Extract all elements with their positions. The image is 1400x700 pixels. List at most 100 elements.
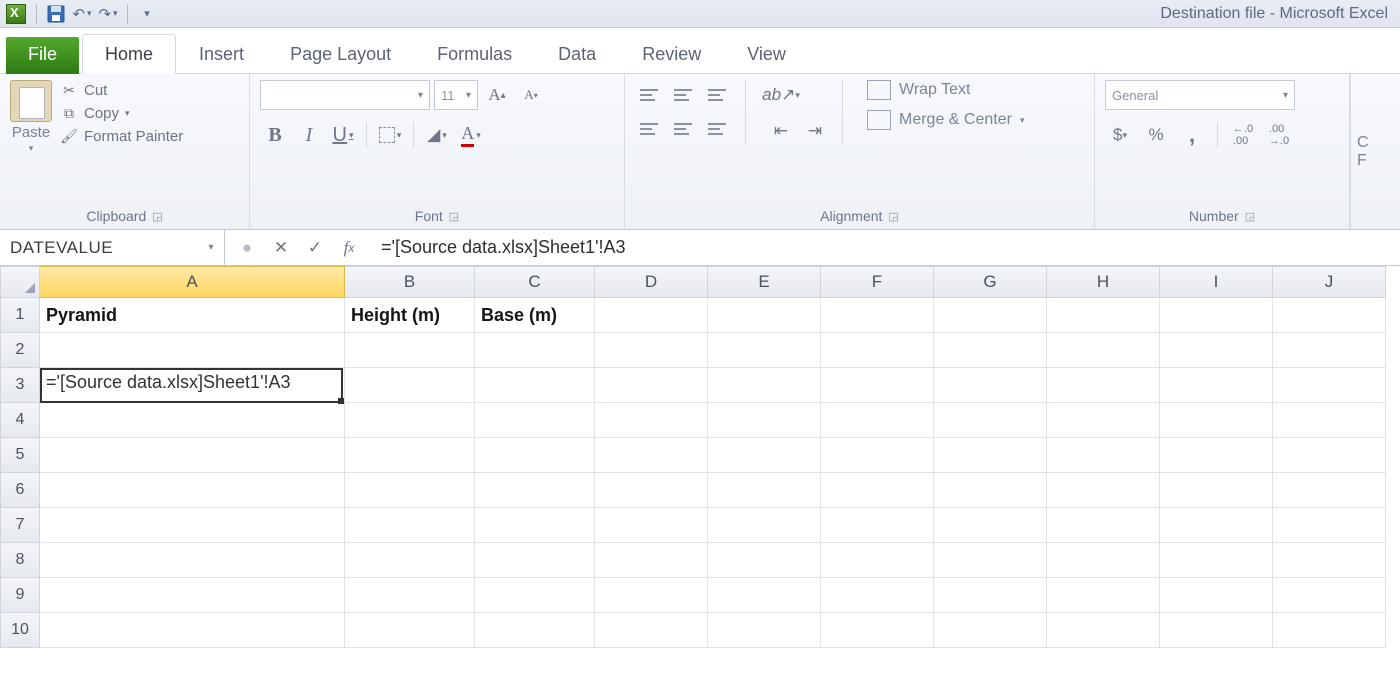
- underline-button[interactable]: U▾: [328, 120, 358, 150]
- cell-G5[interactable]: [934, 438, 1047, 473]
- cell-D4[interactable]: [595, 403, 708, 438]
- font-size-combo[interactable]: 11▾: [434, 80, 478, 110]
- cell-A9[interactable]: [40, 578, 345, 613]
- redo-icon[interactable]: ↷▾: [95, 2, 121, 26]
- cell-C5[interactable]: [475, 438, 595, 473]
- cell-G7[interactable]: [934, 508, 1047, 543]
- active-cell-editor[interactable]: ='[Source data.xlsx]Sheet1'!A3: [40, 368, 343, 403]
- increase-indent-icon[interactable]: ⇥: [800, 116, 830, 146]
- paste-button[interactable]: Paste ▾: [10, 80, 52, 205]
- cell-G1[interactable]: [934, 298, 1047, 333]
- cell-A2[interactable]: [40, 333, 345, 368]
- cell-F7[interactable]: [821, 508, 934, 543]
- cell-A10[interactable]: [40, 613, 345, 648]
- cell-E7[interactable]: [708, 508, 821, 543]
- cell-E8[interactable]: [708, 543, 821, 578]
- cell-E9[interactable]: [708, 578, 821, 613]
- col-header-F[interactable]: F: [821, 266, 934, 298]
- orientation-button[interactable]: ab↗▾: [766, 80, 796, 110]
- align-left-icon[interactable]: [635, 114, 665, 144]
- cell-F5[interactable]: [821, 438, 934, 473]
- col-header-A[interactable]: A: [40, 266, 345, 298]
- cell-F1[interactable]: [821, 298, 934, 333]
- number-launcher-icon[interactable]: ◲: [1245, 210, 1255, 223]
- cell-E5[interactable]: [708, 438, 821, 473]
- cell-H2[interactable]: [1047, 333, 1160, 368]
- cell-B10[interactable]: [345, 613, 475, 648]
- cell-B4[interactable]: [345, 403, 475, 438]
- cancel-formula-icon[interactable]: ✕: [265, 233, 297, 263]
- cell-I5[interactable]: [1160, 438, 1273, 473]
- cell-I4[interactable]: [1160, 403, 1273, 438]
- wrap-text-button[interactable]: Wrap Text: [867, 80, 1024, 100]
- cell-J5[interactable]: [1273, 438, 1386, 473]
- name-box[interactable]: DATEVALUE ▾: [0, 230, 225, 265]
- comma-format-icon[interactable]: ,: [1177, 120, 1207, 150]
- tab-formulas[interactable]: Formulas: [414, 34, 535, 74]
- row-header-6[interactable]: 6: [0, 473, 40, 508]
- cell-A7[interactable]: [40, 508, 345, 543]
- cell-F8[interactable]: [821, 543, 934, 578]
- cell-C3[interactable]: [475, 368, 595, 403]
- cell-J9[interactable]: [1273, 578, 1386, 613]
- cell-H1[interactable]: [1047, 298, 1160, 333]
- col-header-E[interactable]: E: [708, 266, 821, 298]
- cancel-edit-icon[interactable]: ●: [231, 233, 263, 263]
- font-color-button[interactable]: A▾: [456, 120, 486, 150]
- cell-D3[interactable]: [595, 368, 708, 403]
- select-all-corner[interactable]: [0, 266, 40, 298]
- cell-I10[interactable]: [1160, 613, 1273, 648]
- cell-B3[interactable]: [345, 368, 475, 403]
- cell-I9[interactable]: [1160, 578, 1273, 613]
- cell-D5[interactable]: [595, 438, 708, 473]
- font-launcher-icon[interactable]: ◲: [449, 210, 459, 223]
- cell-G2[interactable]: [934, 333, 1047, 368]
- align-bottom-icon[interactable]: [703, 80, 733, 110]
- cell-I8[interactable]: [1160, 543, 1273, 578]
- cell-J2[interactable]: [1273, 333, 1386, 368]
- accounting-format-icon[interactable]: $▾: [1105, 120, 1135, 150]
- row-header-1[interactable]: 1: [0, 298, 40, 333]
- row-header-10[interactable]: 10: [0, 613, 40, 648]
- cell-H4[interactable]: [1047, 403, 1160, 438]
- col-header-C[interactable]: C: [475, 266, 595, 298]
- cell-H6[interactable]: [1047, 473, 1160, 508]
- cell-C1[interactable]: Base (m): [475, 298, 595, 333]
- tab-insert[interactable]: Insert: [176, 34, 267, 74]
- cell-H8[interactable]: [1047, 543, 1160, 578]
- cell-B8[interactable]: [345, 543, 475, 578]
- cell-B2[interactable]: [345, 333, 475, 368]
- alignment-launcher-icon[interactable]: ◲: [888, 210, 898, 223]
- cell-E6[interactable]: [708, 473, 821, 508]
- cell-G6[interactable]: [934, 473, 1047, 508]
- cell-A6[interactable]: [40, 473, 345, 508]
- cell-I2[interactable]: [1160, 333, 1273, 368]
- cell-G3[interactable]: [934, 368, 1047, 403]
- cell-C9[interactable]: [475, 578, 595, 613]
- cell-D8[interactable]: [595, 543, 708, 578]
- col-header-D[interactable]: D: [595, 266, 708, 298]
- cell-H5[interactable]: [1047, 438, 1160, 473]
- tab-home[interactable]: Home: [82, 34, 176, 74]
- cell-H7[interactable]: [1047, 508, 1160, 543]
- cell-B7[interactable]: [345, 508, 475, 543]
- tab-review[interactable]: Review: [619, 34, 724, 74]
- grow-font-icon[interactable]: A▴: [482, 80, 512, 110]
- paste-dropdown-icon[interactable]: ▾: [29, 143, 34, 154]
- cell-J8[interactable]: [1273, 543, 1386, 578]
- cell-E4[interactable]: [708, 403, 821, 438]
- tab-data[interactable]: Data: [535, 34, 619, 74]
- cut-button[interactable]: ✂Cut: [60, 82, 183, 99]
- cell-C8[interactable]: [475, 543, 595, 578]
- cell-C6[interactable]: [475, 473, 595, 508]
- row-header-3[interactable]: 3: [0, 368, 40, 403]
- tab-page-layout[interactable]: Page Layout: [267, 34, 414, 74]
- cell-I7[interactable]: [1160, 508, 1273, 543]
- cell-E1[interactable]: [708, 298, 821, 333]
- cell-D6[interactable]: [595, 473, 708, 508]
- cell-F3[interactable]: [821, 368, 934, 403]
- cell-B5[interactable]: [345, 438, 475, 473]
- percent-format-icon[interactable]: %: [1141, 120, 1171, 150]
- cell-F2[interactable]: [821, 333, 934, 368]
- cell-A4[interactable]: [40, 403, 345, 438]
